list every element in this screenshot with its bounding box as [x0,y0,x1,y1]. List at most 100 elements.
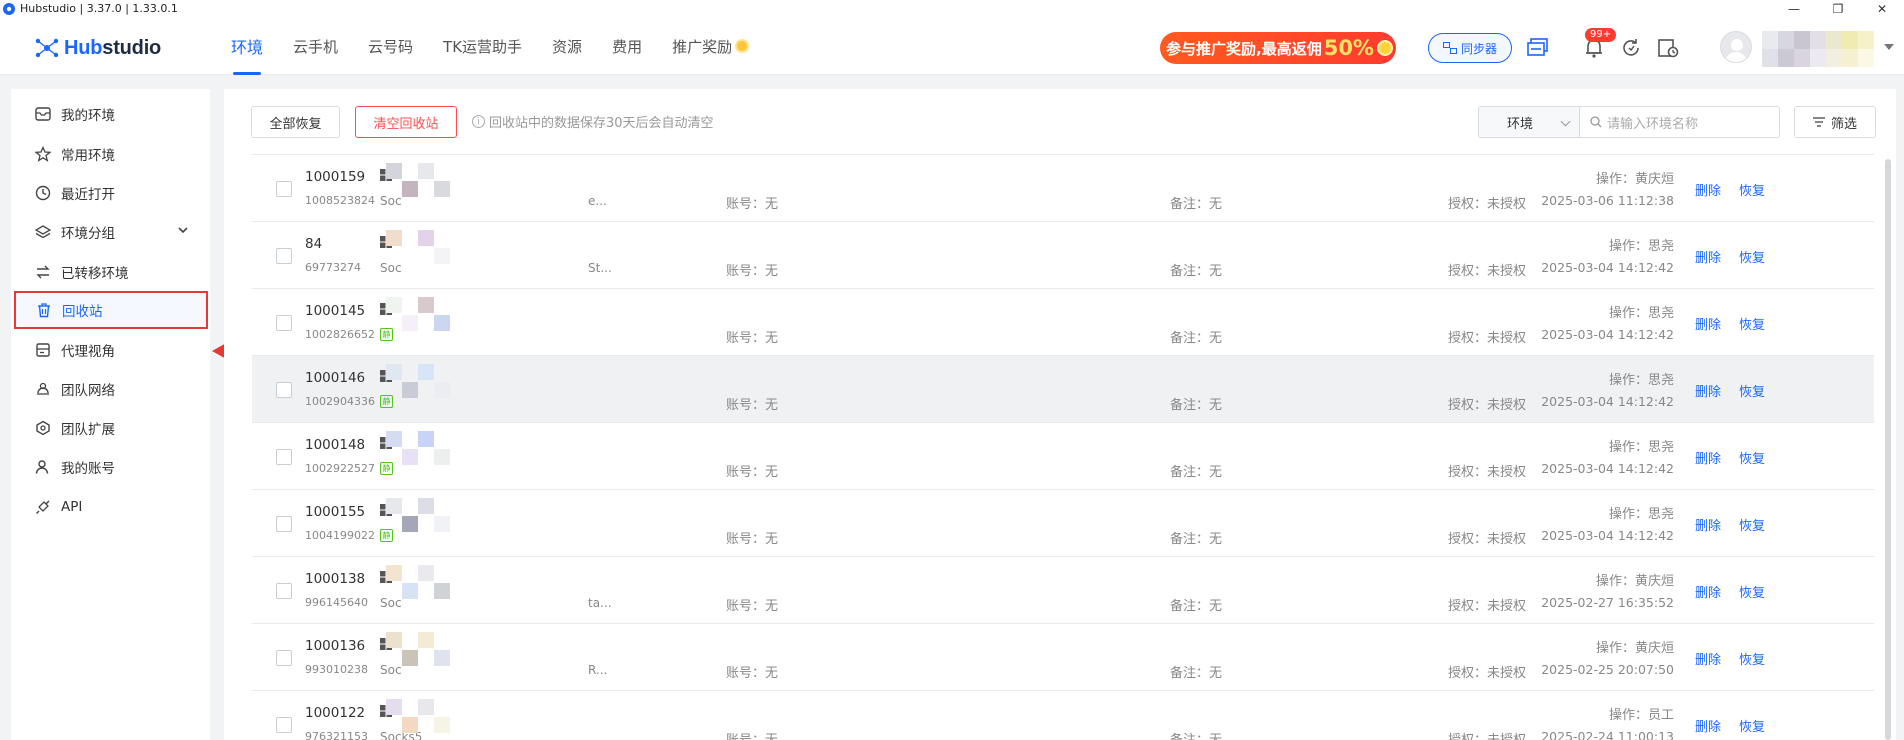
row-checkbox[interactable] [276,650,292,666]
user-name-blurred[interactable] [1762,31,1874,67]
refresh-icon[interactable] [1619,36,1643,60]
sidebar-item-favorites[interactable]: 常用环境 [13,135,208,173]
table-row[interactable]: 1000146 1002904336 静 账号：无 备注：无 授权：未授权 操作：思尧 202… [252,356,1874,423]
operator: 操作：黄庆烜 [1595,641,1674,656]
nav-tab-cloud-phone[interactable]: 云手机 [293,17,338,75]
blurred-name-pixel [402,583,418,599]
search-input[interactable]: 请输入环境名称 [1579,106,1780,138]
sync-button[interactable]: 同步器 [1428,33,1512,63]
table-row[interactable]: 1000145 1002826652 静 账号：无 备注：无 授权：未授权 操作：思尧 202… [252,289,1874,356]
window-titlebar: Hubstudio | 3.37.0 | 1.33.0.1 — ❐ ✕ [0,0,1904,17]
avatar[interactable] [1720,31,1752,63]
restore-link[interactable]: 恢复 [1739,716,1765,735]
blurred-name-pixel [418,364,434,380]
remark-info: 备注：无 [1170,331,1223,346]
chevron-down-icon[interactable] [178,226,188,234]
delete-link[interactable]: 删除 [1695,515,1721,534]
history-icon[interactable] [1656,36,1680,60]
sidebar-item-team-network[interactable]: 团队网络 [13,370,208,408]
nav-tab-environment[interactable]: 环境 [231,17,263,75]
operator: 操作：思尧 [1608,306,1674,321]
restore-link[interactable]: 恢复 [1739,247,1765,266]
table-row[interactable]: 1000155 1004199022 静 账号：无 备注：无 授权：未授权 操作：思尧 202… [252,490,1874,557]
delete-link[interactable]: 删除 [1695,448,1721,467]
table-row[interactable]: 1000148 1002922527 静 账号：无 备注：无 授权：未授权 操作：思尧 202… [252,423,1874,490]
table-row[interactable]: 1000122976321153Socks5账号：无备注：无授权：未授权操作：员… [252,691,1874,740]
sidebar-item-label: API [61,499,83,515]
row-checkbox[interactable] [276,248,292,264]
auth-status: 授权：未授权 [1448,465,1527,480]
blurred-name-pixel [418,565,434,581]
blurred-name-pixel [434,315,450,331]
screens-icon[interactable] [1526,36,1550,60]
proxy-icon [35,342,51,358]
row-checkbox[interactable] [276,717,292,733]
delete-link[interactable]: 删除 [1695,716,1721,735]
sidebar-item-recent[interactable]: 最近打开 [13,174,208,212]
restore-link[interactable]: 恢复 [1739,649,1765,668]
restore-link[interactable]: 恢复 [1739,582,1765,601]
restore-link[interactable]: 恢复 [1739,515,1765,534]
sidebar-item-label: 我的环境 [61,108,115,124]
restore-link[interactable]: 恢复 [1739,314,1765,333]
restore-link[interactable]: 恢复 [1739,381,1765,400]
nav-tab-cloud-number[interactable]: 云号码 [368,17,413,75]
row-checkbox[interactable] [276,181,292,197]
sidebar-item-proxy-view[interactable]: 代理视角 [13,331,208,369]
table-row[interactable]: 1000138 996145640 Soc ta... 账号：无 备注：无 授权：未授权 操作… [252,557,1874,624]
retention-tip: i 回收站中的数据保存30天后会自动清空 [472,112,714,131]
close-window-icon[interactable]: ✕ [1860,0,1904,17]
nav-tab-tk-assistant[interactable]: TK运营助手 [443,17,522,75]
table-row[interactable]: 84 69773274 Soc St... 账号：无 备注：无 授权：未授权 操作：思尧 202… [252,222,1874,289]
minimize-icon[interactable]: — [1772,0,1816,17]
chevron-down-icon[interactable] [1884,44,1894,50]
filter-button[interactable]: 筛选 [1794,106,1876,138]
delete-link[interactable]: 删除 [1695,649,1721,668]
sidebar-item-transferred[interactable]: 已转移环境 [13,253,208,291]
table-row[interactable]: 1000159 1008523824 Soc e... 账号：无 备注：无 授权：未授权 操作… [252,155,1874,222]
nav-tab-resources[interactable]: 资源 [552,17,582,75]
table-scrollbar[interactable] [1885,159,1891,740]
row-checkbox[interactable] [276,516,292,532]
restore-link[interactable]: 恢复 [1739,180,1765,199]
env-id: 1000122 [305,705,366,721]
sidebar-item-my-account[interactable]: 我的账号 [13,448,208,486]
remark-info: 备注：无 [1170,398,1223,413]
logo[interactable]: Hubstudio [34,35,161,61]
sidebar-item-api[interactable]: API [13,488,208,526]
promo-banner[interactable]: 参与推广奖励,最高返佣 50% [1160,32,1396,64]
restore-all-button[interactable]: 全部恢复 [251,106,340,138]
team-extension-icon [35,420,51,436]
sidebar-item-my-environment[interactable]: 我的环境 [13,95,208,133]
row-checkbox[interactable] [276,315,292,331]
env-serial: 1002904336 [305,395,375,408]
sidebar-item-groups[interactable]: 环境分组 [13,213,208,251]
delete-link[interactable]: 删除 [1695,314,1721,333]
delete-link[interactable]: 删除 [1695,180,1721,199]
account-info: 账号：无 [726,599,779,614]
sidebar-item-label: 已转移环境 [61,266,129,282]
delete-link[interactable]: 删除 [1695,247,1721,266]
delete-link[interactable]: 删除 [1695,381,1721,400]
row-checkbox[interactable] [276,382,292,398]
search-type-select[interactable]: 环境 [1478,106,1580,138]
sync-icon [1442,42,1457,54]
deleted-time: 2025-02-24 11:00:13 [1541,729,1674,740]
sidebar-item-team-extension[interactable]: 团队扩展 [13,409,208,447]
operator: 操作：员工 [1608,708,1674,723]
delete-link[interactable]: 删除 [1695,582,1721,601]
auth-status: 授权：未授权 [1448,599,1527,614]
row-checkbox[interactable] [276,583,292,599]
nav-tab-billing[interactable]: 费用 [612,17,642,75]
table-row[interactable]: 1000136 993010238 Soc R... 账号：无 备注：无 授权：未授权 操作：… [252,624,1874,691]
sidebar-item-recycle-bin[interactable]: 回收站 [14,291,208,329]
restore-window-icon[interactable]: ❐ [1816,0,1860,17]
sidebar-item-label: 我的账号 [61,461,115,477]
row-checkbox[interactable] [276,449,292,465]
window-title: Hubstudio | 3.37.0 | 1.33.0.1 [20,2,178,15]
empty-bin-button[interactable]: 清空回收站 [355,106,457,138]
operator: 操作：思尧 [1608,507,1674,522]
blurred-name-pixel [418,498,434,514]
nav-tab-referral[interactable]: 推广奖励 [672,17,750,75]
restore-link[interactable]: 恢复 [1739,448,1765,467]
